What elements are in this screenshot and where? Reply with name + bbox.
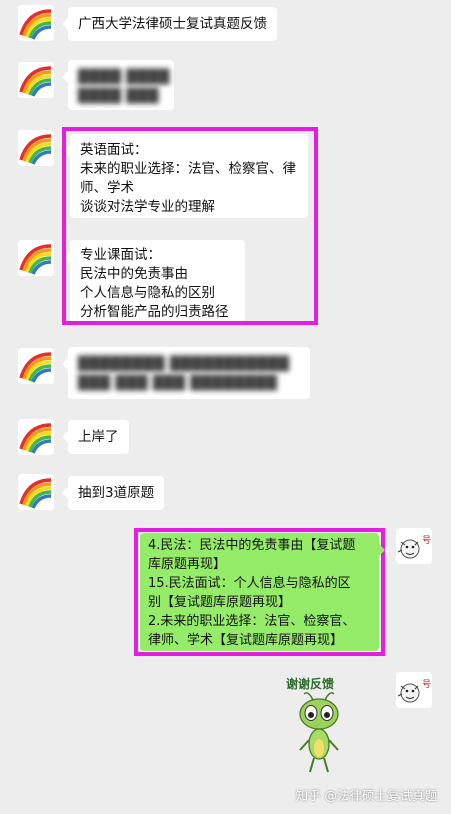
message-text: 抽到3道原题 — [78, 485, 155, 501]
message-bubble-blurred[interactable]: ████████ ███████████ ███ ███ ███ ███████… — [62, 347, 310, 399]
message-bubble[interactable]: 上岸了 — [62, 420, 129, 454]
chat-screen: 广西大学法律硕士复试真题反馈 ████ ████ ████ ███ 英语面试： … — [0, 0, 451, 814]
message-text: 广西大学法律硕士复试真题反馈 — [78, 16, 267, 32]
message-text: 库原题再现】 — [148, 557, 227, 572]
message-text: ████ ████ — [78, 69, 170, 85]
rainbow-avatar[interactable] — [18, 5, 54, 41]
watermark: 知乎 @法律硕士复试真题 — [295, 788, 437, 803]
message-text: 15.民法面试：个人信息与隐私的区 — [148, 576, 351, 591]
rainbow-avatar[interactable] — [18, 240, 54, 276]
message-bubble[interactable]: 抽到3道原题 — [61, 476, 165, 510]
rainbow-avatar[interactable] — [18, 130, 54, 166]
message-bubble-blurred[interactable]: ████ ████ ████ ███ — [62, 60, 174, 110]
message-text: 2.未来的职业选择：法官、检察官、 — [148, 614, 356, 629]
message-text: ███ ███ ███ ████████ — [78, 375, 278, 391]
rainbow-avatar[interactable] — [18, 419, 54, 455]
cartoon-avatar[interactable]: 号 — [396, 672, 432, 708]
rainbow-avatar[interactable] — [18, 348, 54, 384]
message-bubble[interactable]: 广西大学法律硕士复试真题反馈 — [62, 7, 277, 41]
sticker-caption: 谢谢反馈 — [286, 676, 334, 691]
cartoon-avatar[interactable]: 号 — [396, 528, 432, 564]
tutor-badge: 号 — [422, 535, 431, 546]
message-text: ████████ ███████████ — [78, 356, 290, 372]
tutor-badge: 号 — [422, 679, 431, 690]
message-text: 律师、学术【复试题库原题再现】 — [148, 633, 344, 648]
message-text: 上岸了 — [78, 429, 119, 445]
rainbow-avatar[interactable] — [18, 62, 54, 98]
rainbow-avatar[interactable] — [18, 474, 54, 510]
highlight-frame — [62, 127, 318, 325]
sent-message-bubble[interactable]: 4.民法：民法中的免责事由【复试题 库原题再现】 15.民法面试：个人信息与隐私… — [140, 533, 385, 651]
message-text: ████ ███ — [78, 88, 159, 104]
message-text: 4.民法：民法中的免责事由【复试题 — [148, 538, 356, 553]
grasshopper-sticker[interactable]: 谢谢反馈 — [280, 670, 360, 778]
message-text: 别【复试题库原题再现】 — [148, 595, 292, 610]
